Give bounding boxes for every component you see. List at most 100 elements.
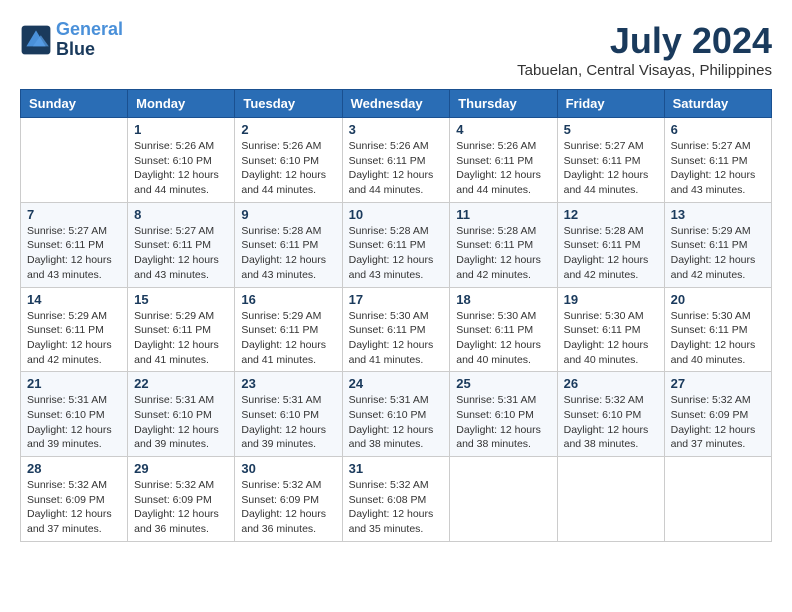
day-info: Sunrise: 5:31 AM Sunset: 6:10 PM Dayligh… <box>241 393 335 452</box>
day-cell: 23 Sunrise: 5:31 AM Sunset: 6:10 PM Dayli… <box>235 372 342 457</box>
location-subtitle: Tabuelan, Central Visayas, Philippines <box>517 62 772 79</box>
day-number: 30 <box>241 461 335 476</box>
day-cell <box>21 118 128 203</box>
day-info: Sunrise: 5:31 AM Sunset: 6:10 PM Dayligh… <box>349 393 444 452</box>
day-number: 22 <box>134 376 228 391</box>
day-cell: 17 Sunrise: 5:30 AM Sunset: 6:11 PM Dayli… <box>342 287 450 372</box>
logo-text: General Blue <box>56 20 123 60</box>
day-info: Sunrise: 5:31 AM Sunset: 6:10 PM Dayligh… <box>27 393 121 452</box>
weekday-header-friday: Friday <box>557 90 664 118</box>
day-info: Sunrise: 5:32 AM Sunset: 6:10 PM Dayligh… <box>564 393 658 452</box>
day-number: 3 <box>349 122 444 137</box>
day-info: Sunrise: 5:26 AM Sunset: 6:10 PM Dayligh… <box>134 139 228 198</box>
day-number: 12 <box>564 207 658 222</box>
day-number: 26 <box>564 376 658 391</box>
logo: General Blue <box>20 20 123 60</box>
day-cell <box>450 457 557 542</box>
day-info: Sunrise: 5:29 AM Sunset: 6:11 PM Dayligh… <box>241 309 335 368</box>
day-number: 27 <box>671 376 765 391</box>
day-number: 28 <box>27 461 121 476</box>
day-number: 19 <box>564 292 658 307</box>
day-info: Sunrise: 5:28 AM Sunset: 6:11 PM Dayligh… <box>564 224 658 283</box>
weekday-header-thursday: Thursday <box>450 90 557 118</box>
day-cell: 19 Sunrise: 5:30 AM Sunset: 6:11 PM Dayli… <box>557 287 664 372</box>
day-cell: 18 Sunrise: 5:30 AM Sunset: 6:11 PM Dayli… <box>450 287 557 372</box>
weekday-header-saturday: Saturday <box>664 90 771 118</box>
day-info: Sunrise: 5:32 AM Sunset: 6:09 PM Dayligh… <box>27 478 121 537</box>
week-row-1: 1 Sunrise: 5:26 AM Sunset: 6:10 PM Daylig… <box>21 118 772 203</box>
day-number: 11 <box>456 207 550 222</box>
week-row-3: 14 Sunrise: 5:29 AM Sunset: 6:11 PM Dayli… <box>21 287 772 372</box>
title-block: July 2024 Tabuelan, Central Visayas, Phi… <box>517 20 772 79</box>
day-info: Sunrise: 5:30 AM Sunset: 6:11 PM Dayligh… <box>456 309 550 368</box>
calendar-table: SundayMondayTuesdayWednesdayThursdayFrid… <box>20 89 772 542</box>
day-cell: 28 Sunrise: 5:32 AM Sunset: 6:09 PM Dayli… <box>21 457 128 542</box>
day-cell: 6 Sunrise: 5:27 AM Sunset: 6:11 PM Daylig… <box>664 118 771 203</box>
day-info: Sunrise: 5:27 AM Sunset: 6:11 PM Dayligh… <box>564 139 658 198</box>
day-number: 23 <box>241 376 335 391</box>
day-info: Sunrise: 5:31 AM Sunset: 6:10 PM Dayligh… <box>456 393 550 452</box>
day-cell: 9Sunrise: 5:28 AM Sunset: 6:11 PM Daylig… <box>235 202 342 287</box>
day-number: 9 <box>241 207 335 222</box>
day-cell: 2Sunrise: 5:26 AM Sunset: 6:10 PM Daylig… <box>235 118 342 203</box>
day-number: 29 <box>134 461 228 476</box>
day-cell: 16 Sunrise: 5:29 AM Sunset: 6:11 PM Dayli… <box>235 287 342 372</box>
day-info: Sunrise: 5:27 AM Sunset: 6:11 PM Dayligh… <box>671 139 765 198</box>
day-cell: 27 Sunrise: 5:32 AM Sunset: 6:09 PM Dayli… <box>664 372 771 457</box>
day-cell: 25 Sunrise: 5:31 AM Sunset: 6:10 PM Dayli… <box>450 372 557 457</box>
day-info: Sunrise: 5:32 AM Sunset: 6:09 PM Dayligh… <box>134 478 228 537</box>
day-info: Sunrise: 5:32 AM Sunset: 6:09 PM Dayligh… <box>671 393 765 452</box>
weekday-header-row: SundayMondayTuesdayWednesdayThursdayFrid… <box>21 90 772 118</box>
day-number: 15 <box>134 292 228 307</box>
day-info: Sunrise: 5:29 AM Sunset: 6:11 PM Dayligh… <box>134 309 228 368</box>
day-info: Sunrise: 5:30 AM Sunset: 6:11 PM Dayligh… <box>349 309 444 368</box>
weekday-header-tuesday: Tuesday <box>235 90 342 118</box>
day-number: 4 <box>456 122 550 137</box>
day-number: 18 <box>456 292 550 307</box>
day-cell: 10 Sunrise: 5:28 AM Sunset: 6:11 PM Dayli… <box>342 202 450 287</box>
day-info: Sunrise: 5:30 AM Sunset: 6:11 PM Dayligh… <box>564 309 658 368</box>
day-cell: 11Sunrise: 5:28 AM Sunset: 6:11 PM Dayli… <box>450 202 557 287</box>
day-number: 13 <box>671 207 765 222</box>
week-row-2: 7 Sunrise: 5:27 AM Sunset: 6:11 PM Daylig… <box>21 202 772 287</box>
day-number: 5 <box>564 122 658 137</box>
day-number: 24 <box>349 376 444 391</box>
day-info: Sunrise: 5:28 AM Sunset: 6:11 PM Dayligh… <box>349 224 444 283</box>
day-number: 1 <box>134 122 228 137</box>
day-cell: 31 Sunrise: 5:32 AM Sunset: 6:08 PM Dayli… <box>342 457 450 542</box>
week-row-4: 21 Sunrise: 5:31 AM Sunset: 6:10 PM Dayli… <box>21 372 772 457</box>
day-cell: 30 Sunrise: 5:32 AM Sunset: 6:09 PM Dayli… <box>235 457 342 542</box>
day-info: Sunrise: 5:27 AM Sunset: 6:11 PM Dayligh… <box>27 224 121 283</box>
day-number: 20 <box>671 292 765 307</box>
day-cell: 20 Sunrise: 5:30 AM Sunset: 6:11 PM Dayli… <box>664 287 771 372</box>
day-cell: 21 Sunrise: 5:31 AM Sunset: 6:10 PM Dayli… <box>21 372 128 457</box>
day-cell: 8 Sunrise: 5:27 AM Sunset: 6:11 PM Daylig… <box>128 202 235 287</box>
day-info: Sunrise: 5:32 AM Sunset: 6:09 PM Dayligh… <box>241 478 335 537</box>
page-header: General Blue July 2024 Tabuelan, Central… <box>20 20 772 79</box>
day-info: Sunrise: 5:30 AM Sunset: 6:11 PM Dayligh… <box>671 309 765 368</box>
day-number: 17 <box>349 292 444 307</box>
day-number: 21 <box>27 376 121 391</box>
day-number: 25 <box>456 376 550 391</box>
day-cell: 12 Sunrise: 5:28 AM Sunset: 6:11 PM Dayli… <box>557 202 664 287</box>
day-number: 8 <box>134 207 228 222</box>
day-cell: 22Sunrise: 5:31 AM Sunset: 6:10 PM Dayli… <box>128 372 235 457</box>
month-title: July 2024 <box>517 20 772 62</box>
day-cell: 14Sunrise: 5:29 AM Sunset: 6:11 PM Dayli… <box>21 287 128 372</box>
day-number: 14 <box>27 292 121 307</box>
day-info: Sunrise: 5:27 AM Sunset: 6:11 PM Dayligh… <box>134 224 228 283</box>
day-number: 16 <box>241 292 335 307</box>
logo-icon <box>20 24 52 56</box>
day-number: 7 <box>27 207 121 222</box>
day-number: 10 <box>349 207 444 222</box>
weekday-header-sunday: Sunday <box>21 90 128 118</box>
day-cell <box>664 457 771 542</box>
day-cell: 24 Sunrise: 5:31 AM Sunset: 6:10 PM Dayli… <box>342 372 450 457</box>
week-row-5: 28 Sunrise: 5:32 AM Sunset: 6:09 PM Dayli… <box>21 457 772 542</box>
day-number: 31 <box>349 461 444 476</box>
weekday-header-wednesday: Wednesday <box>342 90 450 118</box>
day-info: Sunrise: 5:32 AM Sunset: 6:08 PM Dayligh… <box>349 478 444 537</box>
day-cell: 15 Sunrise: 5:29 AM Sunset: 6:11 PM Dayli… <box>128 287 235 372</box>
day-number: 6 <box>671 122 765 137</box>
day-info: Sunrise: 5:29 AM Sunset: 6:11 PM Dayligh… <box>671 224 765 283</box>
